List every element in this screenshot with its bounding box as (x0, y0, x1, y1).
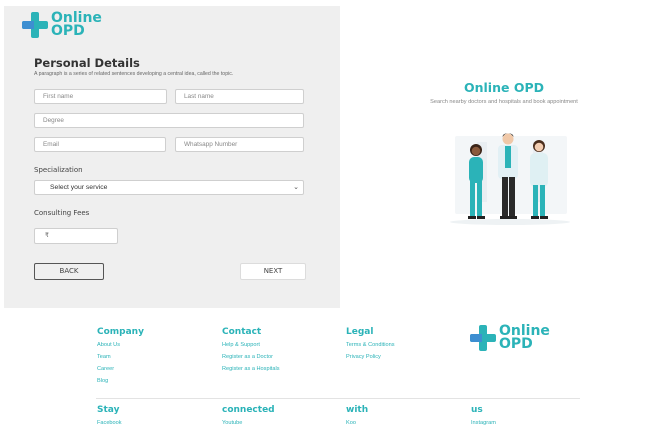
footer-link-about-us[interactable]: About Us (97, 342, 120, 348)
form-title: Personal Details (34, 56, 140, 70)
last-name-input[interactable]: Last name (175, 89, 304, 104)
footer-social-heading-with: with (346, 405, 369, 415)
degree-input[interactable]: Degree (34, 113, 304, 128)
email-input[interactable]: Email (34, 137, 166, 152)
footer-social-heading-connected: connected (222, 405, 275, 415)
chevron-down-icon: ⌄ (293, 184, 299, 191)
footer-link-youtube[interactable]: Youtube (222, 420, 242, 426)
fees-input[interactable]: ₹ (34, 228, 118, 244)
hero-subtitle: Search nearby doctors and hospitals and … (430, 99, 578, 105)
specialization-select[interactable]: Select your service ⌄ (34, 180, 304, 195)
whatsapp-input[interactable]: Whatsapp Number (175, 137, 304, 152)
footer-link-instagram[interactable]: Instagram (471, 420, 496, 426)
first-name-input[interactable]: First name (34, 89, 167, 104)
footer-company-heading: Company (97, 327, 144, 337)
fees-label: Consulting Fees (34, 209, 90, 217)
footer-link-koo[interactable]: Koo (346, 420, 356, 426)
footer-link-career[interactable]: Career (97, 366, 114, 372)
footer-link-help-support[interactable]: Help & Support (222, 342, 260, 348)
medical-cross-icon (22, 12, 48, 38)
footer-legal-heading: Legal (346, 327, 374, 337)
specialization-label: Specialization (34, 166, 83, 174)
footer-link-team[interactable]: Team (97, 354, 111, 360)
footer-link-register-doctor[interactable]: Register as a Doctor (222, 354, 273, 360)
back-button[interactable]: BACK (34, 263, 104, 280)
footer-social-heading-stay: Stay (97, 405, 120, 415)
specialization-value: Select your service (50, 184, 108, 191)
next-button[interactable]: NEXT (240, 263, 306, 280)
brand-line2: OPD (51, 23, 85, 39)
footer-link-terms[interactable]: Terms & Conditions (346, 342, 395, 348)
footer-divider (96, 398, 580, 399)
form-description: A paragraph is a series of related sente… (34, 71, 234, 77)
footer-link-blog[interactable]: Blog (97, 378, 108, 384)
medical-cross-icon (470, 325, 496, 351)
brand-logo[interactable]: Online OPD (22, 11, 102, 39)
footer-social-heading-us: us (471, 405, 483, 415)
footer-contact-heading: Contact (222, 327, 262, 337)
footer-link-register-hospitals[interactable]: Register as a Hospitals (222, 366, 280, 372)
footer-brand-logo[interactable]: Online OPD (470, 324, 550, 352)
footer-link-privacy[interactable]: Privacy Policy (346, 354, 381, 360)
doctors-illustration (450, 133, 570, 225)
footer-brand-line2: OPD (499, 336, 533, 352)
hero-title: Online OPD (464, 80, 544, 95)
footer-link-facebook[interactable]: Facebook (97, 420, 122, 426)
